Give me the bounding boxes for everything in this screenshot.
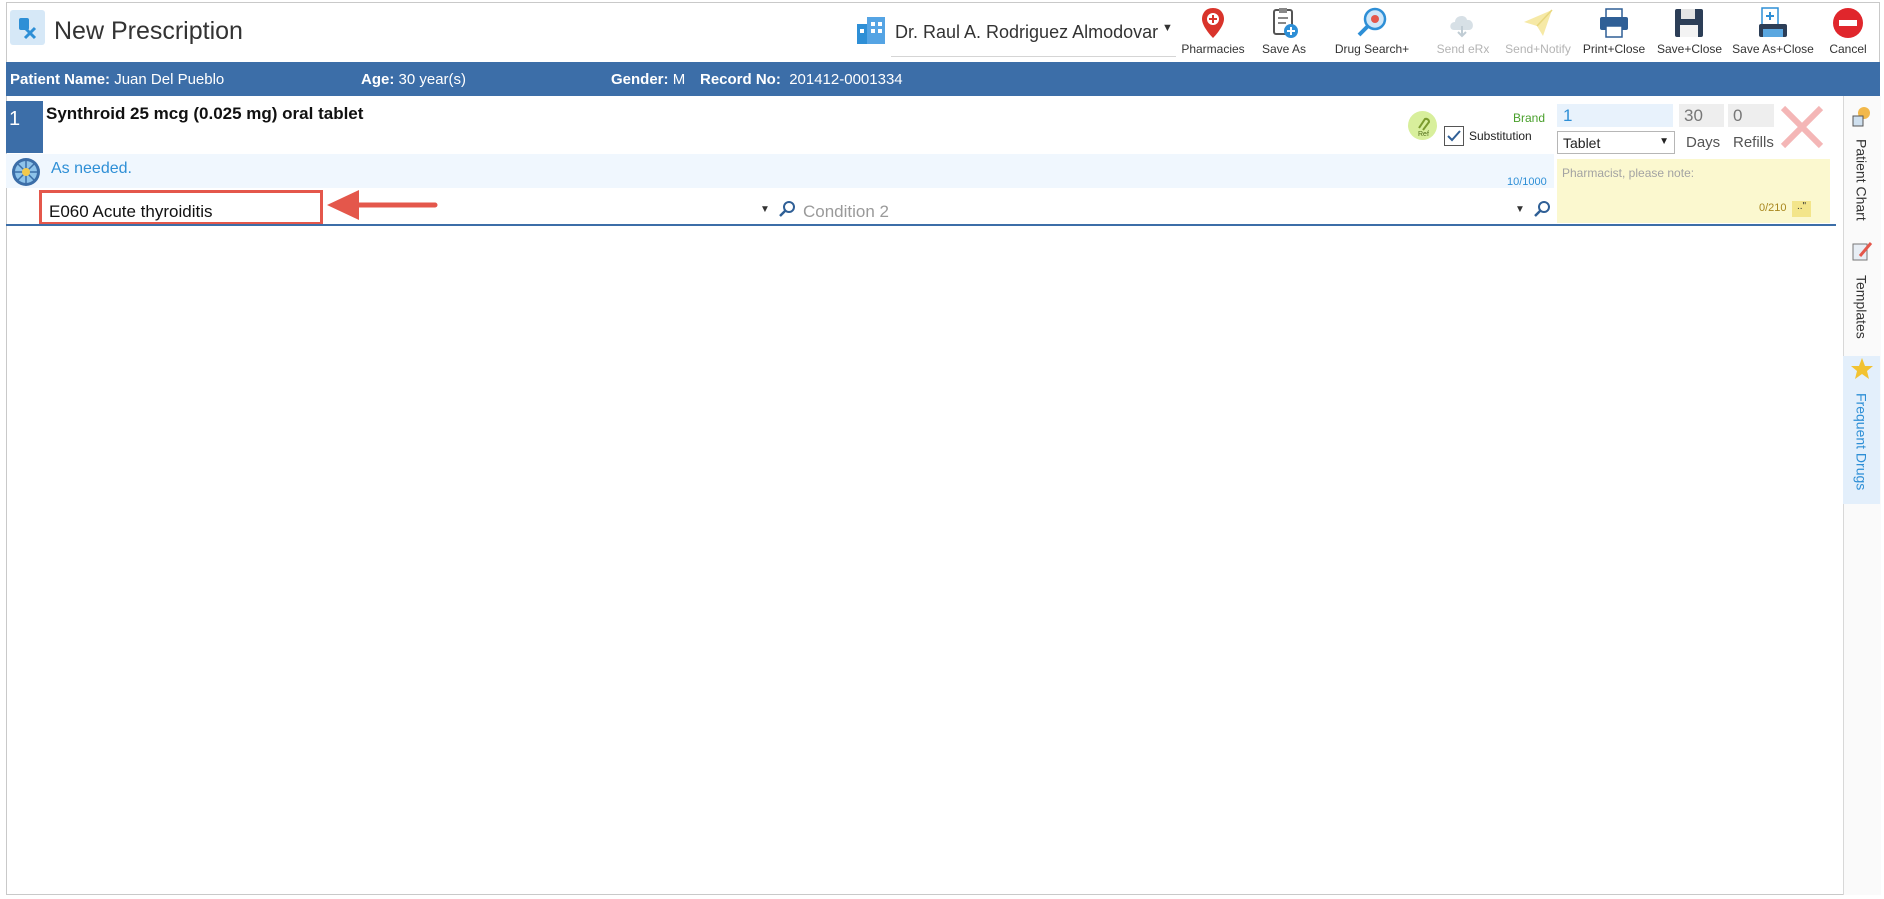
remove-prescription-icon[interactable]	[1779, 104, 1825, 155]
svg-text:Ref: Ref	[1418, 131, 1429, 138]
patient-chart-icon	[1852, 107, 1870, 127]
window-title: New Prescription	[54, 17, 243, 45]
star-icon	[1850, 358, 1873, 379]
checkmark-icon	[1447, 130, 1461, 142]
note-char-count: 0/210	[1759, 202, 1787, 214]
row-divider	[6, 224, 1836, 226]
toolbar-label: Save As	[1261, 42, 1307, 56]
condition-2-input[interactable]: Condition 2	[803, 202, 889, 222]
templates-icon	[1852, 242, 1872, 261]
cancel-button[interactable]: Cancel	[1822, 4, 1874, 60]
toolbar-label: Save+Close	[1657, 42, 1723, 56]
tab-label: Frequent Drugs	[1853, 393, 1870, 491]
send-notify-button[interactable]: Send+Notify	[1502, 4, 1574, 60]
toolbar-label: Drug Search+	[1334, 42, 1410, 56]
toolbar-label: Send+Notify	[1505, 42, 1571, 56]
drug-search-button[interactable]: Drug Search+	[1331, 4, 1413, 60]
tab-templates[interactable]: Templates	[1843, 240, 1880, 350]
reference-icon[interactable]: Ref	[1408, 111, 1437, 140]
tab-label: Templates	[1853, 275, 1870, 339]
drug-name[interactable]: Synthroid 25 mcg (0.025 mg) oral tablet	[46, 104, 363, 124]
days-input[interactable]: 30	[1679, 104, 1724, 127]
chevron-down-icon[interactable]: ▼	[760, 204, 770, 215]
print-close-button[interactable]: Print+Close	[1580, 4, 1648, 60]
toolbar-label: Save As+Close	[1732, 42, 1814, 56]
substitution-checkbox[interactable]	[1444, 126, 1464, 146]
tab-patient-chart[interactable]: Patient Chart	[1843, 104, 1880, 224]
chevron-down-icon[interactable]: ▼	[1515, 204, 1525, 215]
doctor-selector-underline	[891, 56, 1176, 57]
toolbar-label: Send eRx	[1436, 42, 1490, 56]
clipboard-add-icon	[1273, 8, 1298, 38]
prescription-app-icon	[10, 10, 45, 45]
search-icon[interactable]	[1533, 200, 1551, 223]
patient-record-field: Record No: 201412-0001334	[700, 71, 903, 88]
building-icon	[855, 14, 887, 51]
map-pin-icon	[1202, 8, 1224, 38]
prescription-number: 1	[6, 101, 43, 153]
brand-label: Brand	[1513, 111, 1546, 125]
days-label: Days	[1686, 134, 1721, 151]
sig-char-count: 10/1000	[1507, 176, 1547, 188]
annotation-arrow	[325, 186, 440, 225]
dosage-form-value: Tablet	[1563, 135, 1601, 151]
refills-label: Refills	[1733, 134, 1774, 151]
save-as-close-icon	[1759, 7, 1787, 37]
sig-input[interactable]: As needed.	[51, 160, 132, 178]
toolbar-label: Cancel	[1829, 42, 1867, 56]
paper-plane-icon	[1524, 9, 1553, 36]
printer-icon	[1600, 8, 1628, 38]
tab-label: Patient Chart	[1853, 139, 1870, 221]
toolbar-label: Pharmacies	[1181, 42, 1245, 56]
save-as-button[interactable]: Save As	[1256, 4, 1312, 60]
drug-search-icon	[1357, 7, 1387, 37]
save-close-button[interactable]: Save+Close	[1657, 4, 1723, 60]
chevron-down-icon: ▼	[1659, 136, 1669, 147]
pharmacist-note-placeholder: Pharmacist, please note:	[1562, 166, 1695, 180]
pharmacies-button[interactable]: Pharmacies	[1179, 4, 1247, 60]
note-quote-button[interactable]: .."	[1792, 201, 1811, 217]
toolbar-label: Print+Close	[1582, 42, 1646, 56]
cloud-send-icon	[1450, 16, 1473, 38]
sig-wheel-icon[interactable]	[10, 156, 42, 193]
sig-row	[6, 154, 1554, 188]
save-as-close-button[interactable]: Save As+Close	[1730, 4, 1816, 60]
send-erx-button[interactable]: Send eRx	[1433, 4, 1493, 60]
patient-gender-field: Gender: M	[611, 71, 686, 88]
floppy-disk-icon	[1675, 9, 1703, 37]
search-icon[interactable]	[778, 200, 796, 223]
patient-info-bar: Patient Name: Juan Del Pueblo Age: 30 ye…	[6, 62, 1880, 96]
chevron-down-icon[interactable]: ▼	[1162, 22, 1173, 34]
substitution-label: Substitution	[1469, 129, 1532, 143]
patient-age-field: Age: 30 year(s)	[361, 71, 467, 88]
patient-name-field: Patient Name: Juan Del Pueblo	[10, 71, 225, 88]
quantity-input[interactable]: 1	[1557, 104, 1673, 127]
condition-1-value: E060 Acute thyroiditis	[49, 202, 213, 221]
refills-input[interactable]: 0	[1728, 104, 1774, 127]
cancel-icon	[1833, 8, 1863, 38]
doctor-selector[interactable]: Dr. Raul A. Rodriguez Almodovar	[895, 22, 1158, 43]
dosage-form-select[interactable]: Tablet ▼	[1557, 131, 1675, 154]
tab-frequent-drugs[interactable]: Frequent Drugs	[1843, 356, 1880, 504]
